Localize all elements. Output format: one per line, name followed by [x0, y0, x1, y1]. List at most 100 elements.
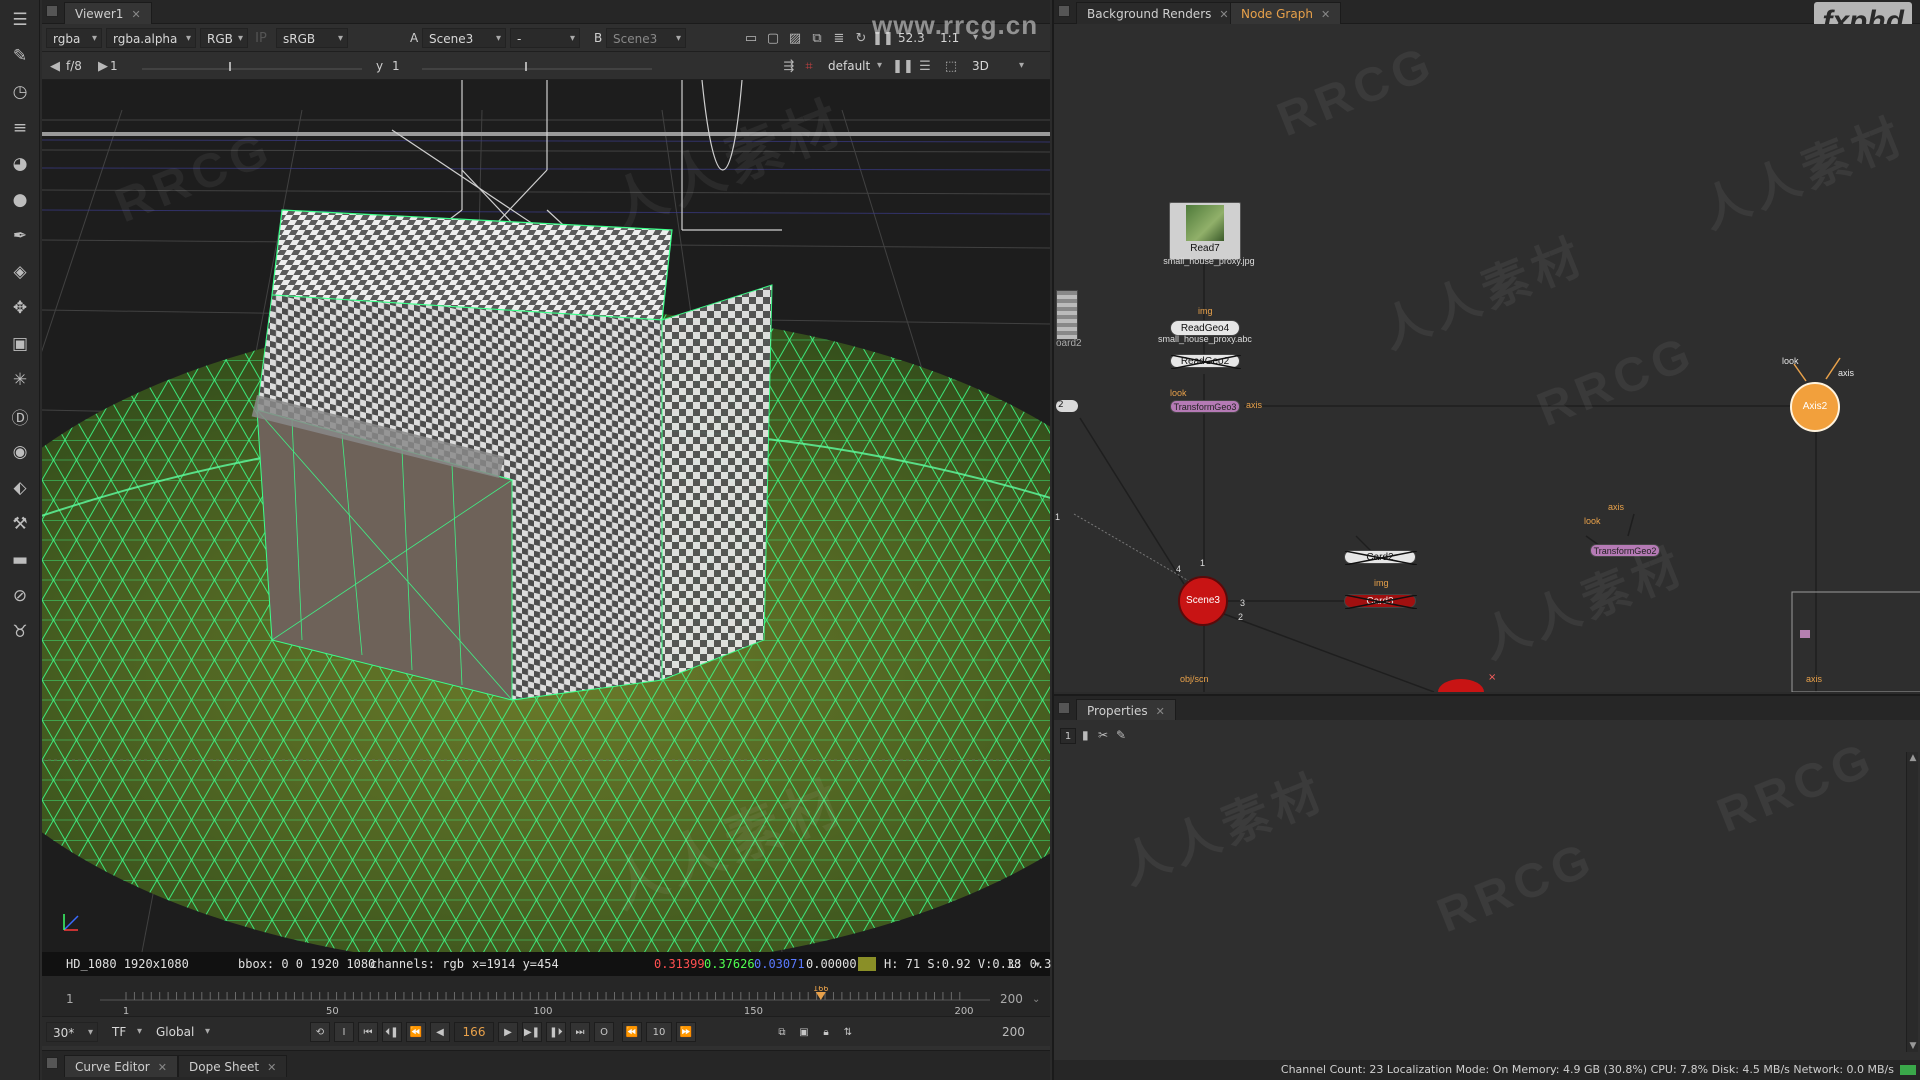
scope-dropdown[interactable]: Global: [150, 1022, 214, 1042]
clear-panels-icon[interactable]: ✂: [1098, 728, 1108, 742]
camera-dropdown[interactable]: default: [822, 56, 886, 76]
panel-menu-icon[interactable]: [46, 5, 58, 17]
transformgeo2-node[interactable]: TransformGeo2: [1590, 544, 1660, 557]
axis2-node[interactable]: Axis2: [1790, 382, 1840, 432]
panel-menu-icon-bottom[interactable]: [46, 1057, 58, 1069]
transformgeo3-node[interactable]: TransformGeo3: [1170, 400, 1240, 413]
selection-icon[interactable]: ⬚: [942, 57, 960, 75]
play-button[interactable]: ▶: [498, 1022, 518, 1042]
info-dropdown-icon[interactable]: ▾: [1034, 952, 1041, 976]
interactive-icon[interactable]: ⌗: [800, 57, 818, 75]
tab-viewer1[interactable]: Viewer1 ✕: [64, 2, 152, 24]
close-icon[interactable]: ✕: [267, 1061, 276, 1074]
step-field[interactable]: 10: [646, 1022, 672, 1042]
views-icon[interactable]: ◉: [8, 440, 32, 464]
lock-icon[interactable]: 🔒︎: [816, 1022, 836, 1042]
timeline-end[interactable]: 200: [1000, 992, 1023, 1006]
tf-dropdown[interactable]: TF: [106, 1022, 146, 1042]
tab-node-graph[interactable]: Node Graph ✕: [1230, 2, 1342, 24]
out-point-button[interactable]: O: [594, 1022, 614, 1042]
color-icon[interactable]: ◕: [8, 152, 32, 176]
prev-increment-button[interactable]: ⏪: [406, 1022, 426, 1042]
close-icon[interactable]: ✕: [1321, 8, 1330, 21]
compare-mode-dropdown[interactable]: -: [510, 28, 580, 49]
camera-lock-icon[interactable]: ⇶: [780, 57, 798, 75]
loop-icon[interactable]: ⟲: [310, 1022, 330, 1042]
clipping-icon[interactable]: ▨: [786, 29, 804, 47]
prev-keyframe-button[interactable]: ⏴❚: [382, 1022, 402, 1042]
3d-icon[interactable]: ▣: [8, 332, 32, 356]
keyer-icon[interactable]: ✒: [8, 224, 32, 248]
ip-icon[interactable]: IP: [252, 29, 270, 47]
filter-icon[interactable]: ●: [8, 188, 32, 212]
lock-panels-icon[interactable]: ▮: [1082, 728, 1089, 742]
edit-icon[interactable]: ✎: [1116, 728, 1126, 742]
node-graph-canvas[interactable]: oard2 2 Read7 small_house_proxy.jpg img …: [1054, 24, 1920, 692]
read7-node[interactable]: Read7: [1169, 202, 1241, 260]
stereo-icon[interactable]: ❚❚: [892, 57, 914, 75]
fstop-down-icon[interactable]: ◀: [46, 57, 64, 75]
merge-icon[interactable]: ◈: [8, 260, 32, 284]
fstop-label[interactable]: f/8: [66, 56, 82, 76]
channels-dropdown[interactable]: rgba: [46, 28, 102, 49]
plugin-icon[interactable]: ♉: [8, 620, 32, 644]
input-a-dropdown[interactable]: Scene3: [422, 28, 506, 49]
properties-scrollbar[interactable]: ▲ ▼: [1906, 752, 1918, 1052]
close-icon[interactable]: ✕: [1219, 8, 1228, 21]
particles-icon[interactable]: ✳: [8, 368, 32, 392]
next-keyframe-button[interactable]: ❚⏵: [546, 1022, 566, 1042]
close-icon[interactable]: ✕: [1156, 705, 1165, 718]
scene3-node[interactable]: Scene3: [1178, 576, 1228, 626]
timeline-ruler[interactable]: 1 50 100 150 200166: [100, 986, 990, 1016]
scroll-down-icon[interactable]: ▼: [1907, 1040, 1919, 1052]
draw-icon[interactable]: ✎: [8, 44, 32, 68]
deep-icon[interactable]: Ⓓ: [8, 404, 32, 429]
display-mode-dropdown[interactable]: RGB: [200, 28, 248, 49]
transform-icon[interactable]: ✥: [8, 296, 32, 320]
guides-icon[interactable]: ⧉: [808, 29, 826, 47]
roi-icon[interactable]: ▭: [742, 29, 760, 47]
close-icon[interactable]: ✕: [158, 1061, 167, 1074]
tab-dope-sheet[interactable]: Dope Sheet ✕: [178, 1055, 288, 1077]
playhead-marker[interactable]: [815, 992, 826, 1000]
menu-icon[interactable]: ☰: [8, 8, 32, 32]
list-icon[interactable]: ☰: [916, 57, 934, 75]
toolsets-icon[interactable]: ⚒: [8, 512, 32, 536]
scroll-up-icon[interactable]: ▲: [1907, 752, 1919, 764]
gamma-slider[interactable]: [422, 60, 652, 72]
gain-field[interactable]: 1: [110, 56, 118, 76]
tab-curve-editor[interactable]: Curve Editor ✕: [64, 1055, 178, 1077]
gamma-field[interactable]: 1: [392, 56, 400, 76]
3d-viewport[interactable]: [42, 80, 1050, 952]
card-disabled-node[interactable]: Card2: [1344, 550, 1417, 565]
dot-node-2[interactable]: 2: [1056, 400, 1078, 412]
metadata-icon[interactable]: ⬖: [8, 476, 32, 500]
in-point-button[interactable]: I: [334, 1022, 354, 1042]
skip-back-button[interactable]: ⏪: [622, 1022, 642, 1042]
out-frame-field[interactable]: 200: [1002, 1025, 1025, 1039]
colorspace-dropdown[interactable]: sRGB: [276, 28, 348, 49]
current-frame-field[interactable]: 166: [454, 1022, 494, 1042]
sync-icon[interactable]: ⇅: [838, 1022, 858, 1042]
lut-icon[interactable]: ≣: [830, 29, 848, 47]
refresh-icon[interactable]: ↻: [852, 29, 870, 47]
tab-background-renders[interactable]: Background Renders ✕: [1076, 2, 1240, 24]
other-icon[interactable]: ▬: [8, 548, 32, 572]
skip-forward-button[interactable]: ⏩: [676, 1022, 696, 1042]
channel-icon[interactable]: ≡: [8, 116, 32, 140]
tab-properties[interactable]: Properties ✕: [1076, 699, 1176, 721]
last-frame-button[interactable]: ⏭: [570, 1022, 590, 1042]
close-icon[interactable]: ✕: [131, 8, 140, 21]
card-red-node[interactable]: Card3: [1344, 594, 1417, 609]
time-icon[interactable]: ◷: [8, 80, 32, 104]
readgeo-disabled-node[interactable]: ReadGeo2: [1170, 354, 1241, 369]
panel-menu-icon-props[interactable]: [1058, 702, 1070, 714]
capture-icon[interactable]: ▣: [794, 1022, 814, 1042]
timeline-start[interactable]: 1: [66, 992, 74, 1006]
view-mode-dropdown[interactable]: 3D: [966, 56, 1028, 76]
side-viewer-node[interactable]: [1056, 290, 1078, 340]
input-b-dropdown[interactable]: Scene3: [606, 28, 686, 49]
fps-dropdown[interactable]: 30*: [46, 1022, 98, 1043]
alpha-channel-dropdown[interactable]: rgba.alpha: [106, 28, 196, 49]
first-frame-button[interactable]: ⏮: [358, 1022, 378, 1042]
